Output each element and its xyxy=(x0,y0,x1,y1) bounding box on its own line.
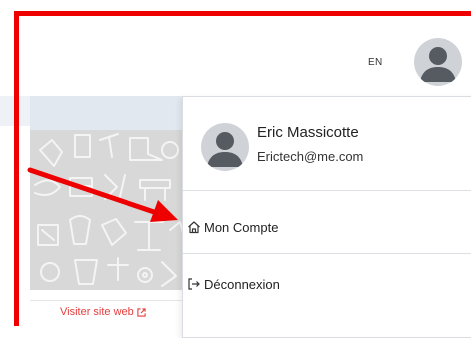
annotation-arrow-icon xyxy=(27,167,178,222)
app-page: EN Visiter site web Eric Massicotte Eric… xyxy=(0,0,471,338)
